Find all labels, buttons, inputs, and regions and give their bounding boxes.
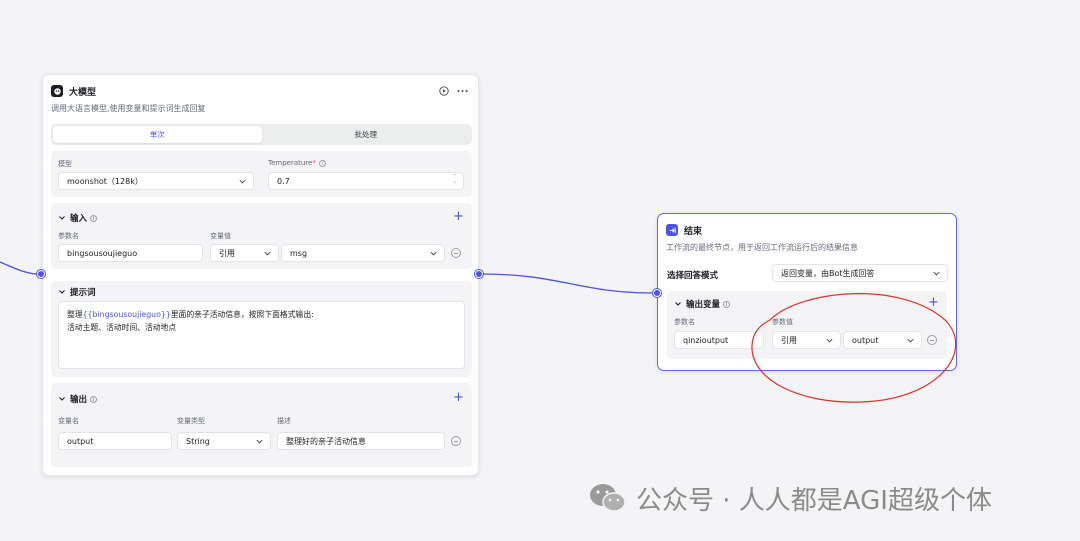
input-section-title[interactable]: 输入 i	[58, 212, 98, 224]
output-vars-section: 输出变量 i + 参数名 参数值 qinzioutput 引用 output	[667, 291, 947, 359]
info-icon: i	[90, 395, 98, 403]
answer-mode-label: 选择回答模式	[667, 271, 719, 281]
chevron-down-icon	[429, 249, 438, 258]
prompt-textarea[interactable]: 整理{{bingsousoujieguo}}里面的亲子活动信息，按照下面格式输出…	[58, 301, 465, 369]
end-node-description: 工作流的最终节点，用于返回工作流运行后的结果信息	[666, 243, 858, 252]
exit-icon	[666, 224, 678, 236]
tab-single[interactable]: 单次	[53, 126, 262, 143]
llm-bot-icon	[51, 85, 63, 97]
caret-down-icon	[675, 302, 681, 306]
watermark-text: 公众号 · 人人都是AGI超级个体	[636, 485, 992, 516]
chevron-down-icon	[932, 269, 941, 278]
chevron-down-icon	[238, 177, 247, 186]
temperature-value: 0.7	[277, 176, 290, 186]
remove-output-var-button[interactable]	[927, 335, 937, 345]
caret-down-icon	[59, 290, 65, 294]
prompt-section-title[interactable]: 提示词	[58, 286, 96, 298]
end-param-value-header: 参数值	[772, 318, 793, 326]
info-icon: i	[90, 214, 98, 222]
prompt-section: 提示词 整理{{bingsousoujieguo}}里面的亲子活动信息，按照下面…	[51, 281, 472, 377]
output-var-name-field[interactable]: output	[58, 432, 172, 450]
end-param-name-header: 参数名	[674, 318, 695, 326]
chevron-down-icon	[906, 336, 915, 345]
input-section: 输入 i + 参数名 变量值 bingsousoujieguo 引用 msg	[51, 203, 472, 269]
model-select[interactable]: moonshot（128k）	[58, 172, 254, 190]
output-desc-field[interactable]: 整理好的亲子活动信息	[277, 432, 445, 450]
end-input-port[interactable]	[653, 289, 661, 297]
end-node[interactable]: 结束 工作流的最终节点，用于返回工作流运行后的结果信息 选择回答模式 返回变量，…	[657, 213, 957, 371]
answer-mode-select[interactable]: 返回变量，由Bot生成回答	[772, 264, 948, 282]
param-name-header: 参数名	[58, 232, 79, 240]
llm-node-title: 大模型	[69, 87, 97, 98]
model-section: 模型 moonshot（128k） Temperature* i 0.7 ˄ ˅	[51, 151, 472, 197]
llm-to-end-edge	[481, 273, 653, 294]
var-value-header: 变量值	[210, 232, 231, 240]
incoming-edge	[0, 261, 39, 275]
prompt-variable-token: {{bingsousoujieguo}}	[82, 310, 171, 319]
llm-node-header: 大模型	[51, 83, 468, 99]
input-ref-type-select[interactable]: 引用	[210, 244, 279, 262]
input-var-value-select[interactable]: msg	[281, 244, 445, 262]
wechat-logo-icon	[590, 484, 626, 512]
more-options-icon[interactable]	[457, 86, 468, 97]
tab-batch[interactable]: 批处理	[262, 126, 471, 143]
end-param-name-field[interactable]: qinzioutput	[674, 331, 764, 349]
mode-tabs: 单次 批处理	[51, 124, 472, 145]
add-output-var-button[interactable]: +	[928, 296, 939, 309]
temperature-stepper[interactable]: ˄ ˅	[454, 174, 460, 188]
model-select-value: moonshot（128k）	[67, 176, 143, 186]
llm-node-description: 调用大语言模型,使用变量和提示词生成回复	[51, 104, 206, 113]
llm-output-port[interactable]	[475, 270, 483, 278]
var-name-header: 变量名	[58, 417, 79, 425]
llm-input-port[interactable]	[37, 270, 45, 278]
workflow-canvas[interactable]: 大模型 调用大语言模型,使用变量和提示词生成回复 单次 批处理 模型 moons…	[0, 0, 1080, 541]
remove-input-button[interactable]	[451, 248, 461, 258]
output-section: 输出 i + 变量名 变量类型 描述 output String 整理好的亲子活动…	[51, 383, 472, 467]
watermark: 公众号 · 人人都是AGI超级个体	[588, 478, 992, 518]
temperature-label: Temperature* i	[268, 159, 326, 167]
end-node-header: 结束	[666, 222, 946, 238]
caret-down-icon	[59, 216, 65, 220]
caret-down-icon	[59, 397, 65, 401]
chevron-down-icon	[263, 249, 272, 258]
info-icon: i	[318, 159, 326, 167]
end-ref-type-select[interactable]: 引用	[772, 331, 841, 349]
var-type-header: 变量类型	[177, 417, 205, 425]
llm-node[interactable]: 大模型 调用大语言模型,使用变量和提示词生成回复 单次 批处理 模型 moons…	[42, 74, 479, 476]
temperature-input[interactable]: 0.7 ˄ ˅	[268, 172, 464, 190]
output-section-title[interactable]: 输出 i	[58, 393, 98, 405]
info-icon: i	[723, 300, 731, 308]
add-input-button[interactable]: +	[453, 210, 464, 223]
add-output-button[interactable]: +	[453, 391, 464, 404]
model-label: 模型	[58, 160, 72, 168]
end-param-value-select[interactable]: output	[843, 331, 922, 349]
run-node-icon[interactable]	[438, 86, 449, 97]
chevron-down-icon	[825, 336, 834, 345]
end-node-title: 结束	[684, 226, 703, 237]
desc-header: 描述	[277, 417, 291, 425]
input-param-name-field[interactable]: bingsousoujieguo	[58, 244, 203, 262]
output-vars-title[interactable]: 输出变量 i	[674, 298, 731, 310]
output-var-type-select[interactable]: String	[177, 432, 271, 450]
chevron-down-icon	[255, 437, 264, 446]
remove-output-button[interactable]	[451, 436, 461, 446]
